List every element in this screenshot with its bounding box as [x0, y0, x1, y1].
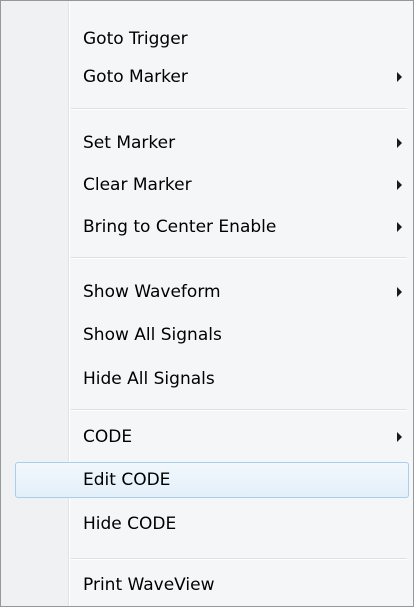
menu-item-label: Goto Trigger [83, 29, 188, 49]
menu-separator [71, 108, 407, 110]
menu-item-label: Hide CODE [83, 514, 177, 534]
menu-item-label: Show All Signals [83, 325, 222, 345]
menu-item-label: Hide All Signals [83, 369, 215, 389]
menu-item-label: Edit CODE [83, 470, 171, 490]
submenu-arrow-icon [397, 180, 402, 190]
menu-item-label: Clear Marker [83, 175, 192, 195]
submenu-arrow-icon [397, 138, 402, 148]
menu-item-label: Print WaveView [83, 575, 215, 595]
menu-item-label: Show Waveform [83, 282, 221, 302]
menu-item-clear-marker[interactable]: Clear Marker [15, 167, 409, 203]
menu-item-hide-code[interactable]: Hide CODE [15, 506, 409, 542]
submenu-arrow-icon [397, 222, 402, 232]
submenu-arrow-icon [397, 287, 402, 297]
menu-item-show-waveform[interactable]: Show Waveform [15, 274, 409, 310]
submenu-arrow-icon [397, 432, 402, 442]
menu-item-bring-to-center-enable[interactable]: Bring to Center Enable [15, 209, 409, 245]
menu-item-goto-marker[interactable]: Goto Marker [15, 59, 409, 95]
menu-separator [71, 257, 407, 259]
menu-item-set-marker[interactable]: Set Marker [15, 125, 409, 161]
menu-item-code[interactable]: CODE [15, 419, 409, 455]
menu-item-edit-code[interactable]: Edit CODE [15, 462, 409, 498]
menu-separator [71, 558, 407, 560]
menu-item-label: Set Marker [83, 133, 176, 153]
menu-item-label: Bring to Center Enable [83, 217, 277, 237]
menu-item-hide-all-signals[interactable]: Hide All Signals [15, 361, 409, 397]
submenu-arrow-icon [397, 72, 402, 82]
menu-item-label: CODE [83, 427, 133, 447]
menu-item-label: Goto Marker [83, 67, 188, 87]
context-menu: Goto Trigger Goto Marker Set Marker Clea… [0, 0, 414, 607]
menu-item-print-waveview[interactable]: Print WaveView [15, 567, 409, 603]
menu-item-goto-trigger[interactable]: Goto Trigger [15, 21, 409, 57]
menu-separator [71, 409, 407, 411]
menu-item-show-all-signals[interactable]: Show All Signals [15, 317, 409, 353]
